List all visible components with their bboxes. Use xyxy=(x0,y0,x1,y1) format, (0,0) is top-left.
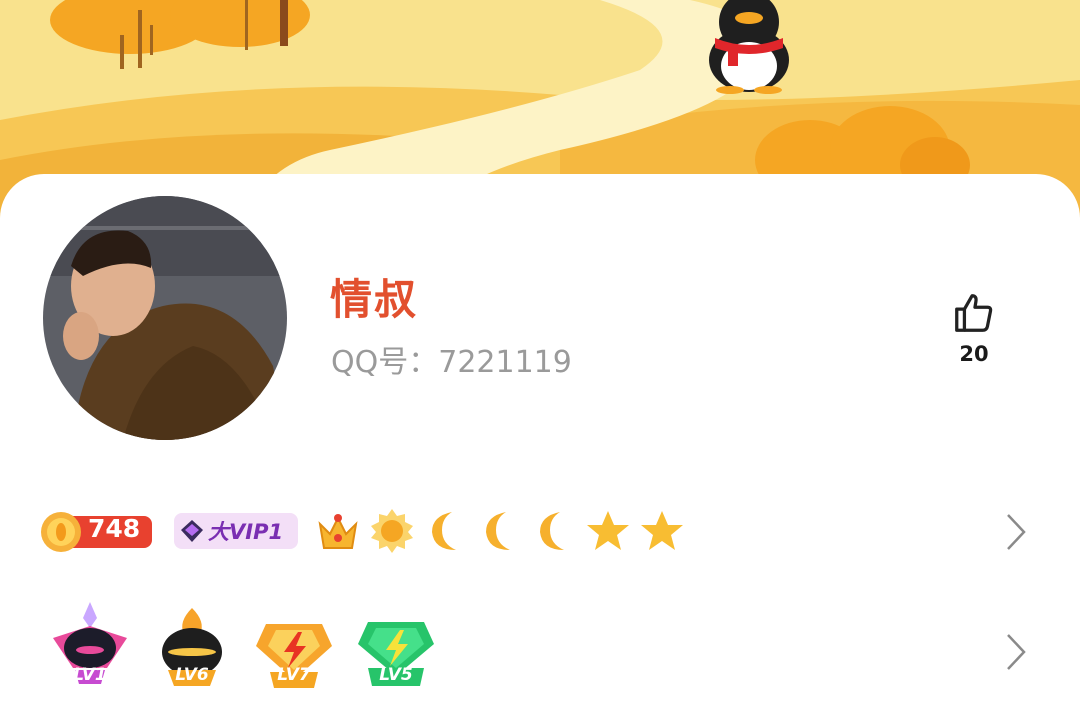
lv6-label: LV6 xyxy=(175,665,209,685)
lv5-label: LV5 xyxy=(379,665,413,685)
qq-number-value: 7221119 xyxy=(438,345,572,380)
chevron-right-icon xyxy=(1007,634,1026,670)
sun-icon xyxy=(371,509,413,553)
star-icon xyxy=(587,511,629,550)
vip-label: 大VIP1 xyxy=(208,520,284,544)
avatar[interactable] xyxy=(43,196,287,440)
like-count: 20 xyxy=(959,342,989,366)
vip-diamond-icon xyxy=(181,520,203,542)
moon-icon xyxy=(486,512,510,550)
moon-icon xyxy=(540,512,564,550)
star-icon xyxy=(641,511,683,550)
thumbs-up-icon xyxy=(955,294,993,332)
user-nickname: 情叔 xyxy=(330,275,419,324)
coin-count: 748 xyxy=(88,514,141,543)
qq-number-label: QQ号： xyxy=(331,345,439,380)
like-button[interactable]: 20 xyxy=(944,290,1004,366)
qq-number-line: QQ号：7221119 xyxy=(331,337,572,381)
moon-icon xyxy=(432,512,456,550)
chevron-right-icon xyxy=(1007,514,1026,550)
lv7-label: LV7 xyxy=(277,665,311,685)
lv1-label: LV1 xyxy=(73,665,107,685)
crown-icon xyxy=(318,514,358,549)
badge-row-vip[interactable]: 748 大VIP1 xyxy=(0,500,1080,564)
badge-row-levels[interactable]: LV1 LV6 LV7 LV5 xyxy=(0,596,1080,706)
